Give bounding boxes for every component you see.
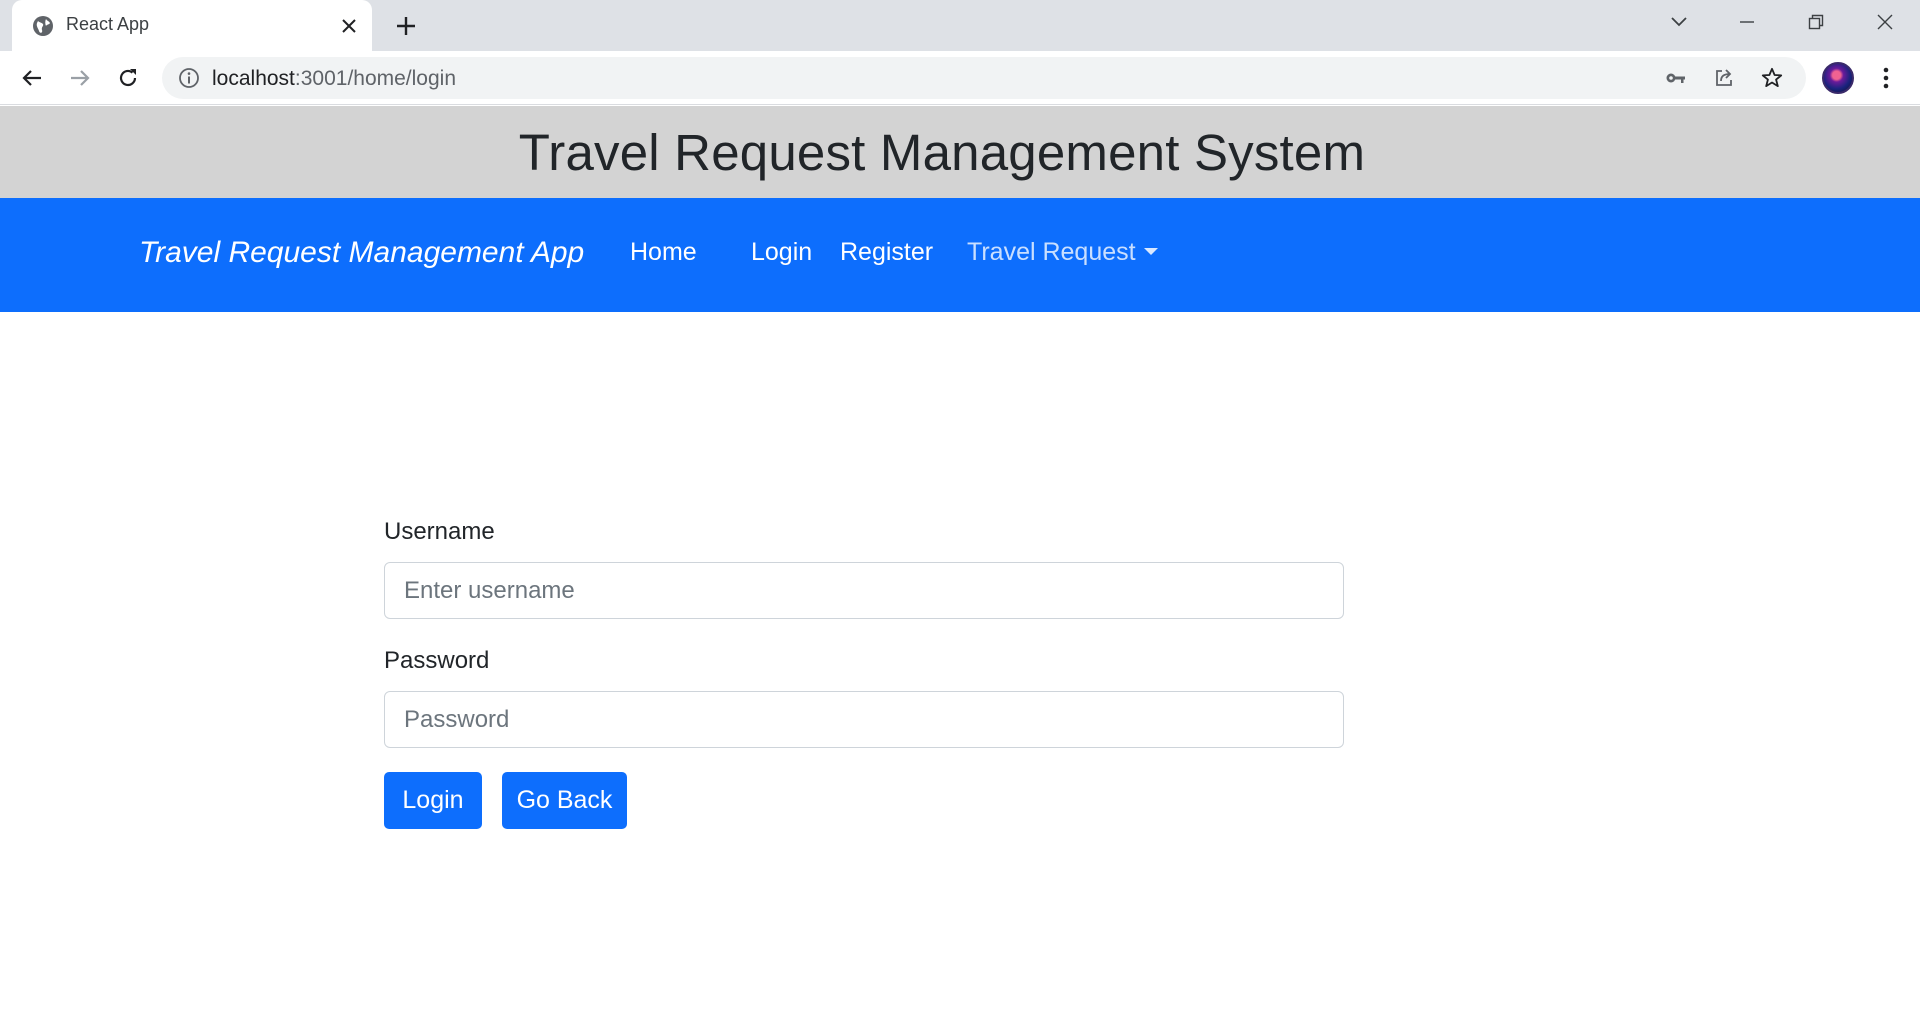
restore-icon[interactable] <box>1796 6 1836 38</box>
page-content: Travel Request Management System Travel … <box>0 106 1920 1020</box>
nav-link-login[interactable]: Login <box>751 238 812 267</box>
window-close-icon[interactable] <box>1865 6 1905 38</box>
info-icon[interactable] <box>178 67 200 89</box>
key-icon[interactable] <box>1664 66 1688 90</box>
username-input[interactable] <box>384 562 1344 619</box>
reload-icon[interactable] <box>112 62 144 94</box>
caret-down-icon <box>1143 248 1158 255</box>
tab-search-icon[interactable] <box>1659 6 1699 38</box>
browser-tab[interactable]: React App <box>12 0 372 51</box>
browser-toolbar: localhost:3001/home/login <box>0 51 1920 105</box>
kebab-menu-icon[interactable] <box>1874 63 1898 93</box>
navbar: Travel Request Management App Home Login… <box>0 198 1920 312</box>
globe-icon <box>33 16 53 36</box>
url-text[interactable]: localhost:3001/home/login <box>212 67 456 91</box>
nav-dropdown-travel-request[interactable]: Travel Request <box>967 238 1158 267</box>
browser-tab-strip: React App <box>0 0 1920 51</box>
navbar-brand[interactable]: Travel Request Management App <box>139 236 584 270</box>
page-title: Travel Request Management System <box>518 123 1366 181</box>
plus-icon[interactable] <box>392 12 420 40</box>
close-icon[interactable] <box>337 14 361 38</box>
minimize-icon[interactable] <box>1727 6 1767 38</box>
tab-title: React App <box>66 14 150 34</box>
app-header: Travel Request Management System <box>0 106 1920 198</box>
login-button[interactable]: Login <box>384 772 482 829</box>
nav-link-register[interactable]: Register <box>840 238 933 267</box>
nav-dropdown-label: Travel Request <box>967 238 1136 266</box>
nav-link-home[interactable]: Home <box>630 238 697 267</box>
forward-arrow-icon[interactable] <box>64 62 96 94</box>
password-input[interactable] <box>384 691 1344 748</box>
share-icon[interactable] <box>1712 66 1736 90</box>
go-back-button[interactable]: Go Back <box>502 772 627 829</box>
profile-avatar[interactable] <box>1822 62 1854 94</box>
username-label: Username <box>384 518 495 545</box>
password-label: Password <box>384 647 490 674</box>
address-bar[interactable]: localhost:3001/home/login <box>162 57 1806 99</box>
back-arrow-icon[interactable] <box>16 62 48 94</box>
star-icon[interactable] <box>1760 66 1784 90</box>
